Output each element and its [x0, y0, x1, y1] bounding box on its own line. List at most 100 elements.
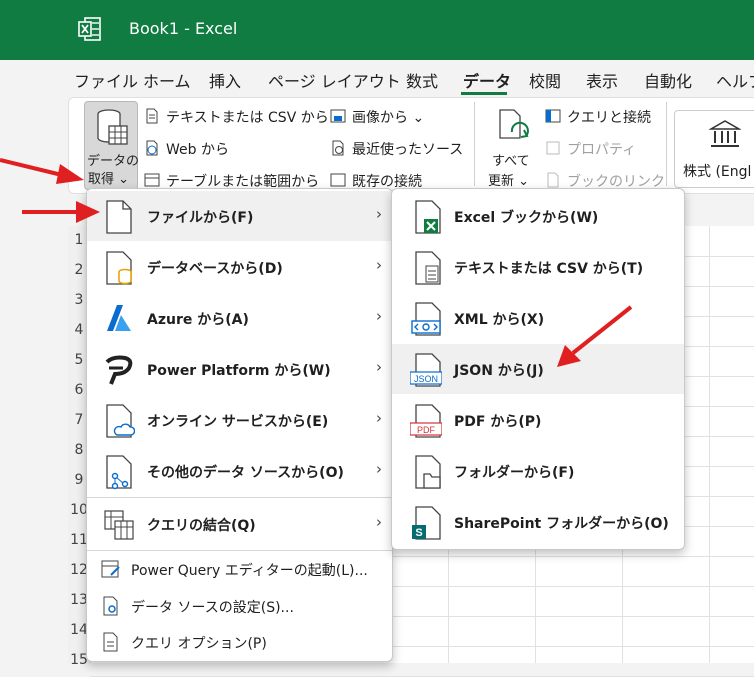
- menu-label: オンライン サービスから(E): [147, 414, 329, 430]
- refresh-label-1[interactable]: すべて: [492, 150, 530, 169]
- tab-formulas[interactable]: 数式: [406, 68, 438, 92]
- menu-item-from-power-platform[interactable]: Power Platform から(W) ›: [87, 344, 392, 394]
- menu-label: PDF から(P): [454, 414, 542, 430]
- chevron-right-icon: ›: [376, 409, 382, 427]
- existing-connections-icon: [330, 173, 346, 187]
- recent-sources-button[interactable]: 最近使ったソース: [352, 139, 463, 159]
- json-file-icon: JSON: [410, 353, 442, 387]
- image-icon: [330, 109, 346, 123]
- submenu-item-from-pdf[interactable]: PDF PDF から(P): [392, 395, 684, 445]
- menu-label: Excel ブックから(W): [454, 210, 599, 226]
- text-csv-icon: [146, 108, 158, 124]
- sharepoint-icon: S: [412, 506, 441, 540]
- tab-data[interactable]: データ: [463, 68, 511, 92]
- tab-help[interactable]: ヘルプ: [716, 68, 754, 92]
- refresh-all-icon: [499, 109, 529, 139]
- from-file-submenu: Excel ブックから(W) テキストまたは CSV から(T) XML から(…: [391, 188, 685, 550]
- cloud-file-icon: [106, 404, 135, 438]
- from-web-button[interactable]: Web から: [166, 139, 229, 159]
- column-gridline: [709, 226, 710, 663]
- tab-home[interactable]: ホーム: [143, 68, 191, 92]
- red-arrow-annotation: [22, 201, 100, 223]
- menu-item-from-other-sources[interactable]: その他のデータ ソースから(O) ›: [87, 446, 392, 496]
- menu-item-data-source-settings[interactable]: データ ソースの設定(S)...: [87, 589, 392, 623]
- menu-label: Power Platform から(W): [147, 363, 331, 379]
- stocks-label: 株式 (Engl: [683, 164, 752, 180]
- menu-label: ファイルから(F): [147, 210, 254, 226]
- get-data-button[interactable]: データの 取得 ⌄: [84, 101, 140, 190]
- menu-item-from-file[interactable]: ファイルから(F) ›: [87, 191, 392, 241]
- database-table-icon: [97, 109, 128, 145]
- file-icon: [106, 200, 132, 234]
- get-data-label-2: 取得 ⌄: [88, 172, 130, 187]
- chevron-right-icon: ›: [376, 460, 382, 478]
- pdf-file-icon: PDF: [410, 404, 442, 438]
- active-tab-indicator: [461, 92, 507, 95]
- menu-label: その他のデータ ソースから(O): [147, 465, 344, 481]
- web-icon: [146, 140, 158, 156]
- data-source-settings-icon: [103, 596, 118, 616]
- menu-label: JSON から(J): [454, 363, 544, 379]
- get-data-menu: ファイルから(F) › データベースから(D) › Azure から(A) › …: [86, 188, 393, 662]
- folder-icon: [415, 455, 441, 489]
- chevron-right-icon: ›: [376, 358, 382, 376]
- ribbon-divider: [474, 102, 475, 186]
- excel-logo-icon: [78, 17, 101, 41]
- menu-item-launch-power-query[interactable]: Power Query エディターの起動(L)...: [87, 552, 392, 586]
- submenu-item-from-json[interactable]: JSON JSON から(J): [392, 344, 684, 394]
- workbook-links-icon: [547, 172, 559, 188]
- red-arrow-annotation: [557, 305, 633, 367]
- refresh-label-2[interactable]: 更新 ⌄: [488, 170, 529, 189]
- menu-label: XML から(X): [454, 312, 545, 328]
- from-image-button[interactable]: 画像から ⌄: [352, 107, 424, 127]
- tab-review[interactable]: 校閲: [529, 68, 561, 92]
- window-title: Book1 - Excel: [129, 19, 238, 38]
- get-data-label-1: データの: [87, 154, 140, 169]
- submenu-item-from-excel[interactable]: Excel ブックから(W): [392, 191, 684, 241]
- menu-item-from-azure[interactable]: Azure から(A) ›: [87, 293, 392, 343]
- xml-file-icon: [411, 302, 441, 336]
- menu-separator: [87, 497, 392, 498]
- submenu-item-from-folder[interactable]: フォルダーから(F): [392, 446, 684, 496]
- submenu-item-from-xml[interactable]: XML から(X): [392, 293, 684, 343]
- submenu-item-from-text-csv[interactable]: テキストまたは CSV から(T): [392, 242, 684, 292]
- from-text-csv-button[interactable]: テキストまたは CSV から: [166, 107, 329, 127]
- table-range-icon: [144, 173, 160, 187]
- tab-file[interactable]: ファイル: [74, 68, 138, 92]
- bank-icon: [709, 120, 741, 147]
- chevron-right-icon: ›: [376, 256, 382, 274]
- chevron-right-icon: ›: [376, 513, 382, 531]
- tab-page-layout[interactable]: ページ レイアウト: [268, 68, 401, 92]
- power-query-editor-icon: [101, 560, 120, 578]
- tab-insert[interactable]: 挿入: [209, 68, 241, 92]
- queries-connections-icon: [545, 109, 561, 123]
- text-file-icon: [415, 251, 441, 285]
- menu-label: Power Query エディターの起動(L)...: [131, 563, 368, 579]
- menu-item-query-options[interactable]: クエリ オプション(P): [87, 625, 392, 659]
- menu-label: クエリ オプション(P): [131, 636, 267, 652]
- menu-label: クエリの結合(Q): [147, 518, 256, 534]
- menu-label: データベースから(D): [147, 261, 283, 277]
- chevron-right-icon: ›: [376, 307, 382, 325]
- properties-button[interactable]: プロパティ: [567, 139, 636, 159]
- menu-item-from-database[interactable]: データベースから(D) ›: [87, 242, 392, 292]
- red-arrow-annotation: [0, 158, 84, 184]
- tab-view[interactable]: 表示: [586, 68, 618, 92]
- queries-connections-button[interactable]: クエリと接続: [567, 107, 651, 127]
- submenu-item-from-sharepoint[interactable]: S SharePoint フォルダーから(O): [392, 497, 684, 547]
- tab-automate[interactable]: 自動化: [644, 68, 692, 92]
- json-icon-text: JSON: [414, 374, 438, 384]
- menu-label: テキストまたは CSV から(T): [454, 261, 644, 277]
- menu-item-combine-queries[interactable]: クエリの結合(Q) ›: [87, 499, 392, 549]
- pdf-icon-text: PDF: [417, 425, 436, 435]
- azure-icon: [107, 305, 131, 331]
- ribbon-tabs: ファイル ホーム 挿入 ページ レイアウト 数式 データ 校閲 表示 自動化 ヘ…: [0, 60, 754, 96]
- menu-item-from-online-services[interactable]: オンライン サービスから(E) ›: [87, 395, 392, 445]
- menu-label: Azure から(A): [147, 312, 249, 328]
- database-icon: [106, 251, 132, 285]
- other-source-icon: [106, 455, 132, 490]
- title-bar: Book1 - Excel: [0, 0, 754, 60]
- properties-icon: [546, 141, 560, 155]
- stocks-button[interactable]: 株式 (Engl: [674, 110, 754, 188]
- power-platform-icon: [105, 355, 133, 385]
